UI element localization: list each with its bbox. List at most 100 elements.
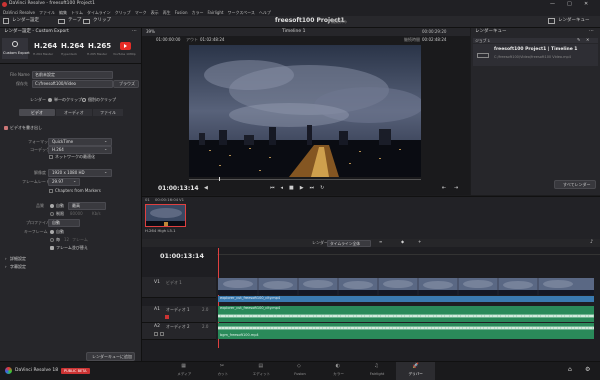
- menu-item[interactable]: 再生: [163, 9, 171, 16]
- network-opt-checkbox[interactable]: [49, 155, 53, 159]
- resolution-select[interactable]: 1920 x 1080 HD ⌄: [48, 169, 112, 177]
- add-to-queue-button[interactable]: レンダーキューに追加: [86, 352, 135, 361]
- menu-item[interactable]: ヘルプ: [259, 9, 271, 16]
- menu-item[interactable]: マーク: [135, 9, 147, 16]
- every-radio[interactable]: [50, 238, 54, 242]
- menu-item[interactable]: クリップ: [115, 9, 131, 16]
- job-row[interactable]: freesoft100 Project1 | Timeline 1 C:/fre…: [473, 44, 598, 66]
- zoom-out-icon[interactable]: ◆: [401, 240, 404, 244]
- skip-end-icon[interactable]: ⏭: [310, 185, 315, 192]
- zoom-select[interactable]: 39%: [146, 30, 155, 34]
- framerate-select[interactable]: 29.97 ⌄: [48, 178, 80, 186]
- zoom-in-icon[interactable]: +: [418, 240, 421, 244]
- filename-input[interactable]: 名前未設定: [32, 71, 113, 79]
- browse-button[interactable]: ブラウズ: [113, 80, 139, 88]
- audio-icon[interactable]: ◀︎: [204, 186, 208, 191]
- timeline-name[interactable]: Timeline 1: [282, 29, 305, 35]
- codec-select[interactable]: H.264 ⌄: [48, 146, 112, 154]
- render-queue-icon[interactable]: [548, 18, 555, 24]
- frame-reorder-checkbox[interactable]: [50, 246, 54, 250]
- more-icon[interactable]: ⋯: [132, 29, 137, 34]
- page-tab[interactable]: ✂ カット: [204, 362, 243, 380]
- menu-item[interactable]: 編集: [59, 9, 67, 16]
- individual-clips-radio[interactable]: [82, 98, 86, 102]
- more-icon[interactable]: ⋯: [589, 29, 594, 34]
- video-clip[interactable]: [218, 278, 594, 295]
- clip-icon[interactable]: [83, 19, 90, 24]
- track-lock-icon[interactable]: [154, 332, 158, 336]
- menu-item[interactable]: Fusion: [175, 9, 188, 16]
- page-tab[interactable]: 🚀 デリバー: [396, 362, 435, 380]
- page-tab[interactable]: ▦ メディア: [165, 362, 204, 380]
- step-back-icon[interactable]: ◂: [281, 185, 284, 192]
- menu-item[interactable]: DaVinci Resolve: [3, 9, 35, 16]
- menu-item[interactable]: Fairlight: [207, 9, 223, 16]
- tab-audio[interactable]: オーディオ: [56, 109, 92, 116]
- tape-icon[interactable]: [58, 19, 65, 24]
- location-input[interactable]: C:/freesoft100/Video: [32, 80, 113, 88]
- maximize-button[interactable]: □: [567, 2, 572, 7]
- clip-thumbnail[interactable]: [145, 204, 186, 227]
- quality-auto-radio[interactable]: [50, 204, 54, 208]
- page-tab[interactable]: ♫ Fairlight: [358, 362, 397, 380]
- menu-item[interactable]: トリム: [71, 9, 83, 16]
- prev-clip-icon[interactable]: ⇤: [442, 186, 446, 191]
- audio-meter-icon[interactable]: ♪: [590, 240, 593, 245]
- preset-h264-master[interactable]: H.264 H.264 Master: [31, 38, 57, 59]
- tab-file[interactable]: ファイル: [93, 109, 123, 116]
- skip-start-icon[interactable]: ⏮: [270, 185, 275, 192]
- menu-item[interactable]: 表示: [151, 9, 159, 16]
- menu-item[interactable]: タイムライン: [87, 9, 111, 16]
- every-value[interactable]: 12: [64, 238, 69, 242]
- render-range-select[interactable]: タイムライン全体: [327, 240, 371, 247]
- render-all-button[interactable]: すべてレンダー: [554, 180, 596, 189]
- profile-select[interactable]: 自動: [48, 219, 80, 227]
- tape-tab[interactable]: テープ: [68, 18, 81, 24]
- keyframes-auto-radio[interactable]: [50, 230, 54, 234]
- scrub-playhead[interactable]: [219, 177, 220, 181]
- home-icon[interactable]: ⌂: [568, 367, 572, 373]
- render-settings-icon[interactable]: [3, 18, 9, 24]
- advanced-expander[interactable]: ›: [5, 257, 7, 261]
- play-icon[interactable]: ▶: [300, 185, 304, 192]
- preset-custom[interactable]: Custom Export: [2, 38, 30, 59]
- stop-icon[interactable]: ■: [289, 185, 294, 192]
- track-mute-icon[interactable]: [160, 332, 164, 336]
- track-header-v1[interactable]: V1 ビデオ 1: [142, 277, 216, 298]
- render-settings-tab[interactable]: レンダー設定: [12, 18, 39, 24]
- quality-select[interactable]: 最高: [68, 202, 106, 210]
- render-queue-tab[interactable]: レンダーキュー: [558, 18, 590, 24]
- page-tab[interactable]: ▤ エディット: [242, 362, 281, 380]
- close-button[interactable]: ✕: [584, 2, 588, 7]
- timeline-ruler[interactable]: [217, 248, 600, 255]
- limit-value[interactable]: 80000: [70, 212, 83, 216]
- scrub-bar[interactable]: [189, 179, 421, 180]
- menu-item[interactable]: ワークスペース: [228, 9, 255, 16]
- export-video-checkbox[interactable]: [4, 126, 8, 130]
- subtitle-expander[interactable]: ›: [5, 265, 7, 269]
- page-tab[interactable]: ◇ Fusion: [281, 362, 320, 380]
- preset-h265-master[interactable]: H.265 H.265 Master: [85, 38, 111, 59]
- preset-hyperdeck[interactable]: H.264 Hyperdeck: [58, 38, 84, 59]
- minimize-button[interactable]: —: [550, 2, 555, 7]
- edit-job-icon[interactable]: ✎: [577, 38, 580, 42]
- clip-tab[interactable]: クリップ: [93, 18, 111, 24]
- preset-youtube[interactable]: YouTube 1080p: [112, 38, 140, 59]
- page-tab[interactable]: ◐ カラー: [319, 362, 358, 380]
- chapters-checkbox[interactable]: [49, 189, 53, 193]
- track-header-a2[interactable]: A2 オーディオ 2 2.0: [142, 323, 216, 340]
- advanced-label[interactable]: 詳細設定: [10, 257, 26, 261]
- audio-clip-a1[interactable]: explorer_cut_freesoft100_city.mp4: [218, 306, 594, 322]
- loop-icon[interactable]: ↻: [320, 185, 324, 192]
- zoom-fit-icon[interactable]: ≡: [379, 240, 382, 244]
- subtitle-label[interactable]: 字幕設定: [10, 265, 26, 269]
- limit-radio[interactable]: [50, 212, 54, 216]
- track-header-a1[interactable]: A1 オーディオ 1 2.0: [142, 306, 216, 323]
- gear-icon[interactable]: ⚙: [585, 367, 590, 373]
- tab-video[interactable]: ビデオ: [19, 109, 55, 116]
- menu-item[interactable]: カラー: [191, 9, 203, 16]
- single-clip-radio[interactable]: [48, 98, 52, 102]
- video-clip-name-bar[interactable]: explorer_cut_freesoft100_city.mp4: [218, 296, 594, 302]
- delete-job-icon[interactable]: ✕: [586, 38, 589, 42]
- record-icon[interactable]: [165, 315, 169, 319]
